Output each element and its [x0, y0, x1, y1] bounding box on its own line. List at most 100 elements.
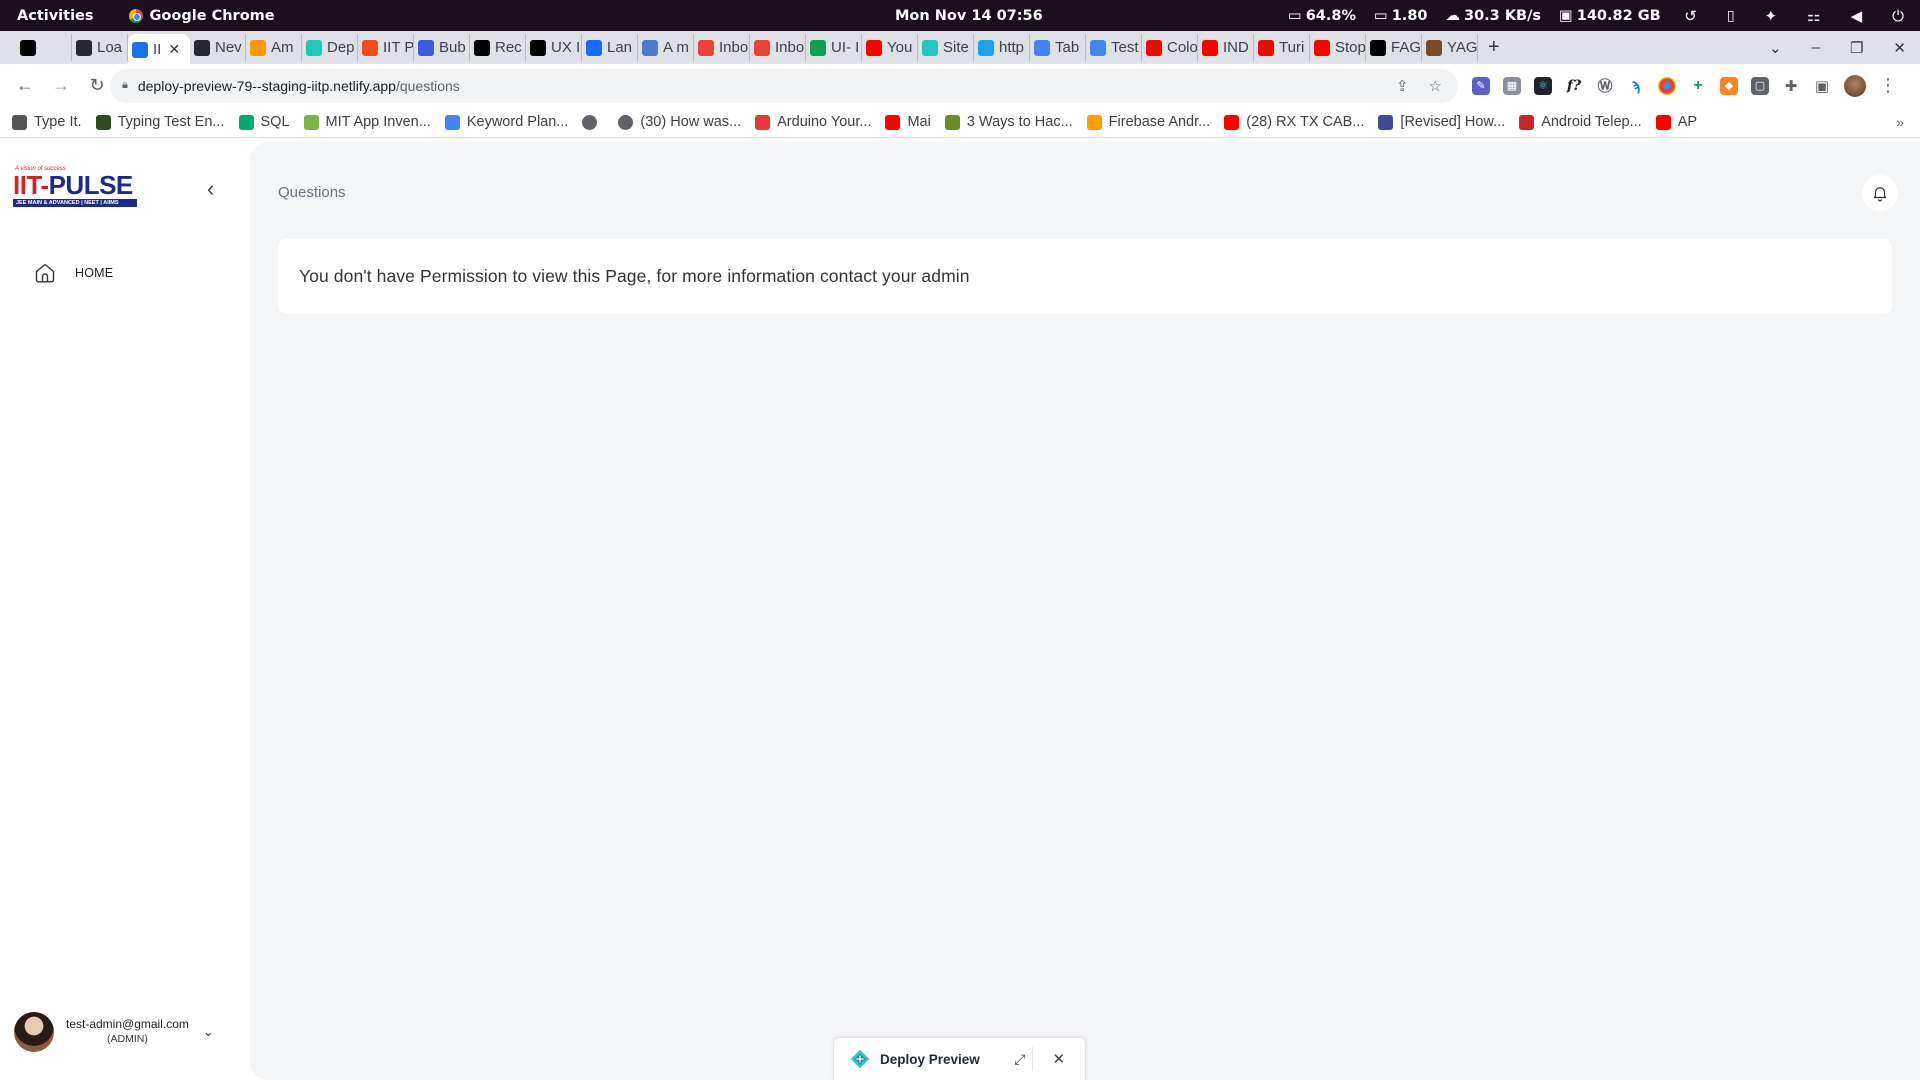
tab-label: Turi	[1279, 39, 1305, 56]
browser-tab[interactable]: Tab	[1030, 34, 1086, 61]
close-icon[interactable]: ✕	[1049, 1050, 1069, 1068]
browser-tab[interactable]: Stop	[1310, 34, 1366, 61]
browser-tab[interactable]: You	[862, 34, 918, 61]
expand-icon[interactable]: ⤢	[1008, 1051, 1032, 1068]
screenshot-extension-icon[interactable]: ▦	[1503, 76, 1521, 95]
browser-tab[interactable]: Inbo	[694, 34, 750, 61]
bookmark-item[interactable]: Keyword Plan...	[444, 114, 568, 130]
notifications-button[interactable]	[1862, 175, 1898, 211]
bookmark-item[interactable]: [Revised] How...	[1378, 114, 1505, 130]
bookmark-item[interactable]: SQL	[238, 114, 290, 130]
side-panel-icon[interactable]: ▣	[1813, 76, 1831, 95]
iit-pulse-logo[interactable]: A vision of success IIT-PULSE JEE MAIN &…	[13, 166, 137, 207]
disk-value: 140.82 GB	[1576, 7, 1661, 24]
new-tab-button[interactable]: +	[1488, 36, 1500, 59]
browser-tab[interactable]: FAG	[1366, 34, 1422, 61]
bookmark-item[interactable]: Firebase Andr...	[1086, 114, 1210, 130]
back-button[interactable]: ←	[14, 75, 36, 96]
restore-button[interactable]: ❐	[1850, 39, 1863, 57]
tab-label: Inbo	[719, 39, 749, 56]
chrome-ext-icon[interactable]	[1658, 76, 1676, 95]
accessibility-icon[interactable]: ✦	[1765, 7, 1778, 25]
browser-tab[interactable]: Am	[246, 34, 302, 61]
metamask-icon[interactable]: ◆	[1720, 76, 1738, 95]
wordpress-icon[interactable]: Ⓦ	[1596, 76, 1614, 95]
app-menu[interactable]: Google Chrome	[128, 8, 275, 24]
bookmark-label: Arduino Your...	[777, 114, 872, 130]
activities-button[interactable]: Activities	[17, 8, 94, 24]
browser-tab[interactable]: IIT P	[358, 34, 414, 61]
browser-tab[interactable]: Bub	[414, 34, 470, 61]
extensions-puzzle-icon[interactable]: ✚	[1782, 76, 1800, 95]
browser-tab[interactable]: YAG	[1422, 34, 1478, 61]
extension-box-icon[interactable]: ▢	[1751, 76, 1769, 95]
bookmark-item[interactable]: Type It.	[12, 114, 82, 130]
browser-tab[interactable]: Dep	[302, 34, 358, 61]
bookmark-item[interactable]: Arduino Your...	[755, 114, 871, 130]
chevron-down-icon[interactable]: ⌄	[203, 1024, 214, 1040]
collapse-sidebar-chevron-icon[interactable]: ‹	[207, 176, 214, 202]
tab-label: Rec	[495, 39, 522, 56]
clock[interactable]: Mon Nov 14 07:56	[895, 8, 1043, 24]
wappalyzer-icon[interactable]: ϡ	[1627, 76, 1645, 95]
browser-tab[interactable]	[16, 34, 72, 61]
browser-tab[interactable]: Colo	[1142, 34, 1198, 61]
close-window-button[interactable]: ✕	[1893, 39, 1906, 57]
tab-label: UI- I	[831, 39, 860, 56]
chrome-menu-icon[interactable]: ⋮	[1879, 75, 1897, 96]
minimize-button[interactable]: –	[1812, 39, 1820, 56]
browser-tab[interactable]: Rec	[470, 34, 526, 61]
browser-tab[interactable]: UX I	[526, 34, 582, 61]
tab-label: Inbo	[775, 39, 805, 56]
aws-icon	[250, 39, 266, 56]
browser-tab[interactable]: Site	[918, 34, 974, 61]
tab-search-icon[interactable]: ⌄	[1769, 39, 1782, 57]
whatfont-icon[interactable]: f?	[1565, 76, 1583, 95]
address-bar[interactable]: 🔒︎ deploy-preview-79--staging-iitp.netli…	[110, 68, 1458, 103]
bookmark-star-icon[interactable]: ☆	[1429, 77, 1442, 95]
logo-strap: JEE MAIN & ADVANCED | NEET | AIIMS	[13, 199, 137, 207]
reload-button[interactable]: ↻	[86, 75, 108, 96]
browser-tab[interactable]: Lan	[582, 34, 638, 61]
lock-icon[interactable]: 🔒︎	[122, 79, 128, 92]
sidebar-item-home[interactable]: HOME	[33, 261, 113, 285]
bookmark-item[interactable]: Android Telep...	[1519, 114, 1642, 130]
user-avatar	[14, 1012, 54, 1052]
forward-button[interactable]: →	[50, 75, 72, 96]
browser-tab[interactable]: A m	[638, 34, 694, 61]
browser-tab[interactable]: II ✕	[128, 34, 190, 65]
translate-icon	[642, 39, 658, 56]
bookmark-item[interactable]: AP	[1655, 114, 1697, 130]
colorpicker-extension-icon[interactable]: ✎	[1472, 76, 1490, 95]
bookmark-item[interactable]: Typing Test En...	[95, 114, 225, 130]
deploy-preview-label[interactable]: Deploy Preview	[880, 1052, 980, 1067]
browser-tab[interactable]: UI- I	[806, 34, 862, 61]
network-tray-icon[interactable]: ⚏	[1807, 7, 1820, 25]
power-icon[interactable]: ⏻	[1892, 7, 1904, 25]
bookmark-item[interactable]: MIT App Inven...	[303, 114, 431, 130]
clipboard-icon[interactable]: ▯	[1727, 8, 1735, 24]
tab-label: A m	[663, 39, 689, 56]
profile-avatar-icon[interactable]	[1844, 74, 1866, 97]
update-icon[interactable]: ↺	[1684, 7, 1697, 25]
bookmark-item[interactable]: (30) How was...	[618, 114, 741, 130]
user-menu[interactable]: test-admin@gmail.com (ADMIN) ⌄	[14, 1012, 214, 1052]
browser-tab[interactable]: Nev	[190, 34, 246, 61]
browser-tab[interactable]: Turi	[1254, 34, 1310, 61]
browser-tab[interactable]: IND	[1198, 34, 1254, 61]
browser-tab[interactable]: Test	[1086, 34, 1142, 61]
browser-tab[interactable]: http	[974, 34, 1030, 61]
plus-extension-icon[interactable]: +	[1689, 76, 1707, 95]
bookmark-item[interactable]	[582, 114, 604, 130]
close-tab-icon[interactable]: ✕	[168, 41, 180, 58]
react-devtools-icon[interactable]: ⚛	[1534, 76, 1552, 95]
share-icon[interactable]: ⇪	[1396, 77, 1409, 95]
volume-icon[interactable]: ◀	[1851, 7, 1863, 25]
bookmarks-overflow-icon[interactable]: »	[1896, 114, 1904, 130]
bookmark-item[interactable]: 3 Ways to Hac...	[944, 114, 1073, 130]
bookmark-item[interactable]: (28) RX TX CAB...	[1224, 114, 1364, 130]
system-stats: ▭ 64.8% ▭ 1.80 ☁ 30.3 KB/s ▣ 140.82 GB	[1288, 8, 1661, 24]
browser-tab[interactable]: Inbo	[750, 34, 806, 61]
bookmark-item[interactable]: Mai	[885, 114, 931, 130]
browser-tab[interactable]: Loa	[72, 34, 128, 61]
